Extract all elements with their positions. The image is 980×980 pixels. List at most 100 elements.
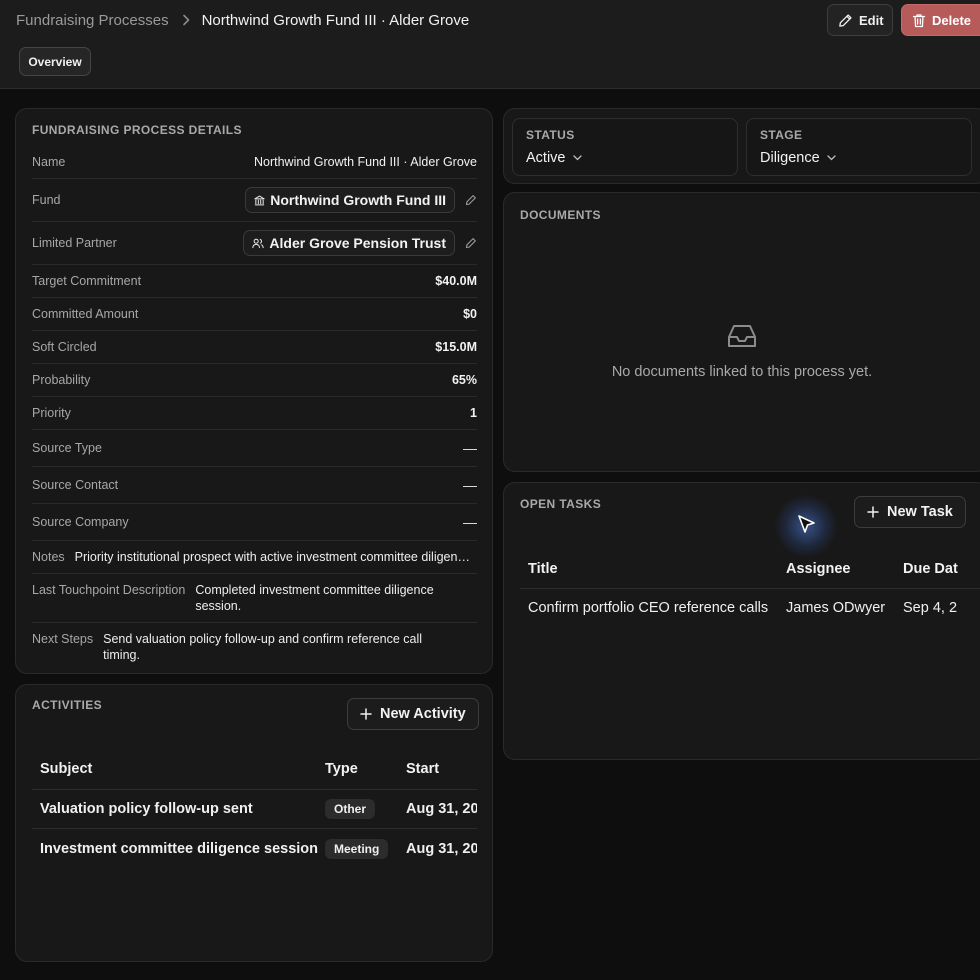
page-header: Fundraising Processes Northwind Growth F… <box>0 0 980 89</box>
edit-button-label: Edit <box>859 12 884 28</box>
lp-link-label: Alder Grove Pension Trust <box>269 235 446 251</box>
activities-card: ACTIVITIES New Activity Subject Type Sta… <box>15 684 493 962</box>
task-due-date: Sep 4, 2 <box>903 600 958 616</box>
detail-row-soft-circled: Soft Circled $15.0M <box>32 331 477 364</box>
bank-icon <box>254 195 265 206</box>
committed-label: Committed Amount <box>32 307 139 321</box>
edit-fund-pencil-icon[interactable] <box>465 194 477 206</box>
chevron-right-icon <box>182 14 190 26</box>
documents-title: DOCUMENTS <box>520 208 601 222</box>
plus-icon <box>360 708 372 720</box>
delete-button-label: Delete <box>932 12 972 28</box>
source-type-label: Source Type <box>32 441 102 455</box>
lp-link-chip[interactable]: Alder Grove Pension Trust <box>243 230 455 256</box>
source-company-value: — <box>463 514 477 530</box>
activity-subject[interactable]: Valuation policy follow-up sent <box>32 801 325 817</box>
target-label: Target Commitment <box>32 274 142 288</box>
name-value: Northwind Growth Fund III · Alder Grove <box>253 154 477 169</box>
chevron-down-icon <box>827 155 836 161</box>
tasks-title: OPEN TASKS <box>520 497 602 511</box>
new-activity-button[interactable]: New Activity <box>347 698 479 730</box>
fund-link-chip[interactable]: Northwind Growth Fund III <box>245 187 455 213</box>
table-row[interactable]: Investment committee diligence session M… <box>32 829 477 868</box>
status-select[interactable]: STATUS Active <box>512 118 738 176</box>
probability-value: 65% <box>451 373 477 387</box>
inbox-icon <box>726 322 758 350</box>
table-row[interactable]: Valuation policy follow-up sent Other Au… <box>32 790 477 829</box>
detail-row-priority: Priority 1 <box>32 397 477 430</box>
tasks-col-title[interactable]: Title <box>520 561 786 577</box>
tab-overview[interactable]: Overview <box>19 47 91 76</box>
detail-row-notes: Notes Priority institutional prospect wi… <box>32 541 477 574</box>
chevron-down-icon <box>572 155 582 161</box>
activity-type-badge: Meeting <box>325 838 389 859</box>
delete-button[interactable]: Delete <box>901 4 980 36</box>
breadcrumb-root-link[interactable]: Fundraising Processes <box>16 12 169 29</box>
touchpoint-value: Completed investment committee diligence… <box>195 583 434 613</box>
table-row[interactable]: Confirm portfolio CEO reference calls Ja… <box>520 589 980 627</box>
details-title: FUNDRAISING PROCESS DETAILS <box>32 123 242 137</box>
touchpoint-label: Last Touchpoint Description <box>32 583 186 597</box>
priority-value: 1 <box>470 406 477 420</box>
activities-col-type[interactable]: Type <box>325 761 406 777</box>
committed-value: $0 <box>463 307 477 321</box>
detail-row-last-touchpoint: Last Touchpoint Description Completed in… <box>32 574 477 623</box>
tasks-col-assignee[interactable]: Assignee <box>786 561 903 577</box>
trash-icon <box>912 13 926 28</box>
detail-row-next-steps: Next Steps Send valuation policy follow-… <box>32 623 477 667</box>
fund-link-label: Northwind Growth Fund III <box>270 192 446 208</box>
activities-col-subject[interactable]: Subject <box>32 761 325 777</box>
activities-table-header: Subject Type Start <box>32 749 477 790</box>
probability-label: Probability <box>32 373 91 387</box>
tasks-col-due[interactable]: Due Dat <box>903 561 980 577</box>
detail-row-committed-amount: Committed Amount $0 <box>32 298 477 331</box>
documents-card: DOCUMENTS No documents linked to this pr… <box>503 192 980 472</box>
detail-row-name: Name Northwind Growth Fund III · Alder G… <box>32 145 477 179</box>
detail-row-probability: Probability 65% <box>32 364 477 397</box>
next-steps-value: Send valuation policy follow-up and conf… <box>103 632 423 662</box>
fund-label: Fund <box>32 193 61 207</box>
fundraising-details-card: FUNDRAISING PROCESS DETAILS Name Northwi… <box>15 108 493 674</box>
task-title[interactable]: Confirm portfolio CEO reference calls <box>520 600 786 616</box>
detail-row-target-commitment: Target Commitment $40.0M <box>32 265 477 298</box>
task-assignee: James ODwyer <box>786 600 886 616</box>
status-stage-card: STATUS Active STAGE Diligence <box>503 108 980 184</box>
next-steps-label: Next Steps <box>32 632 94 646</box>
stage-label: STAGE <box>760 128 803 142</box>
priority-label: Priority <box>32 406 71 420</box>
users-icon <box>252 238 265 249</box>
activity-start: Aug 31, 20 <box>406 840 477 857</box>
breadcrumb: Fundraising Processes Northwind Growth F… <box>16 11 469 29</box>
mouse-cursor-icon <box>797 514 817 536</box>
source-type-value: — <box>463 440 477 456</box>
tasks-table-header: Title Assignee Due Dat <box>520 549 980 589</box>
open-tasks-card: OPEN TASKS New Task Title Assignee Due D… <box>503 482 980 760</box>
stage-select[interactable]: STAGE Diligence <box>746 118 972 176</box>
activity-start: Aug 31, 20 <box>406 801 477 817</box>
detail-row-fund: Fund Northwind Growth Fund III <box>32 179 477 222</box>
notes-label: Notes <box>32 550 65 564</box>
edit-button[interactable]: Edit <box>827 4 893 36</box>
lp-label: Limited Partner <box>32 236 117 250</box>
pencil-icon <box>838 13 853 28</box>
detail-row-limited-partner: Limited Partner Alder Grove Pension Trus… <box>32 222 477 265</box>
breadcrumb-current: Northwind Growth Fund III · Alder Grove <box>201 11 470 29</box>
activity-subject[interactable]: Investment committee diligence session <box>32 841 325 857</box>
new-task-label: New Task <box>887 504 953 520</box>
edit-lp-pencil-icon[interactable] <box>465 237 477 249</box>
notes-value: Priority institutional prospect with act… <box>74 550 471 564</box>
status-value: Active <box>526 150 566 166</box>
activities-col-start[interactable]: Start <box>406 761 477 777</box>
soft-label: Soft Circled <box>32 340 97 354</box>
name-label: Name <box>32 154 66 169</box>
status-label: STATUS <box>526 128 575 142</box>
detail-row-source-contact: Source Contact — <box>32 467 477 504</box>
source-contact-value: — <box>463 477 477 493</box>
new-task-button[interactable]: New Task <box>854 496 966 528</box>
source-company-label: Source Company <box>32 515 129 529</box>
source-contact-label: Source Contact <box>32 478 119 492</box>
activities-title: ACTIVITIES <box>32 698 103 712</box>
new-activity-label: New Activity <box>380 706 466 722</box>
documents-empty-text: No documents linked to this process yet. <box>611 364 873 380</box>
activity-type-badge: Other <box>325 799 376 819</box>
